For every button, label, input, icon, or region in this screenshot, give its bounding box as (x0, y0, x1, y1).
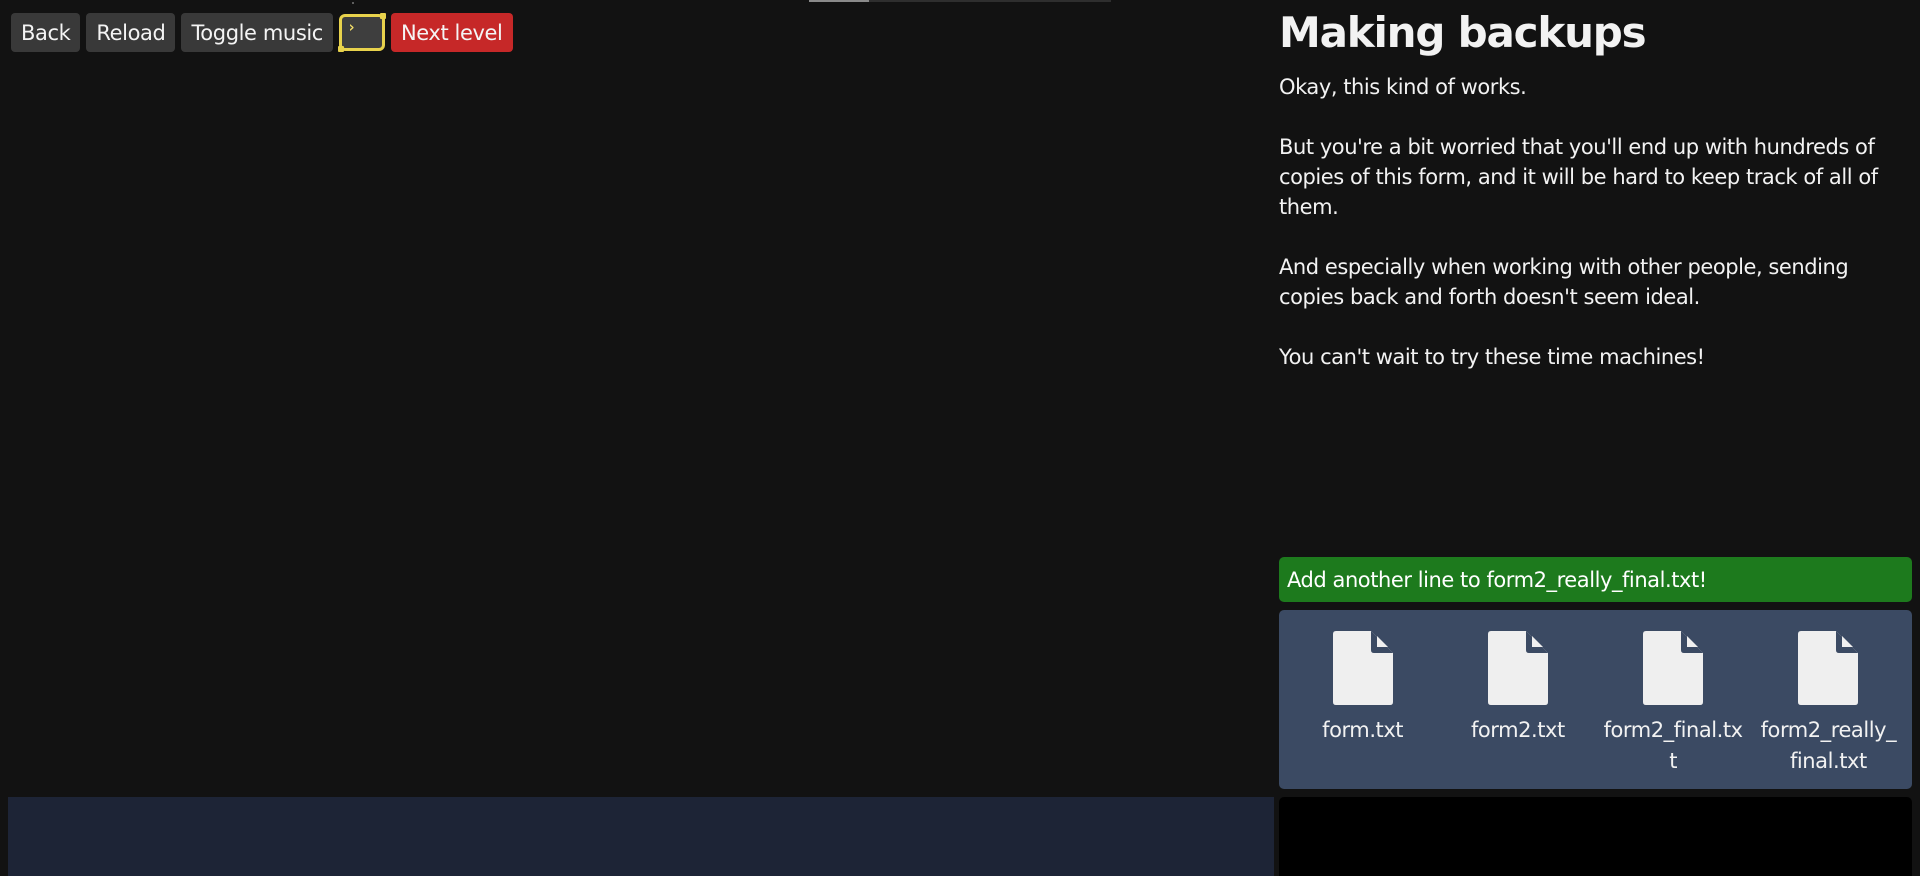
file-name: form.txt (1322, 718, 1404, 742)
resize-handle-bottom-left (337, 46, 344, 52)
description-paragraph: Okay, this kind of works. (1279, 75, 1527, 99)
reload-button[interactable]: Reload (86, 13, 176, 52)
file-name: form2_final.txt (1603, 718, 1744, 773)
file-item[interactable]: form2_really_final.txt (1753, 631, 1903, 789)
file-name: form2.txt (1470, 718, 1565, 742)
top-strip-highlight (809, 0, 869, 2)
description-paragraph: And especially when working with other p… (1279, 255, 1849, 309)
file-icon (1643, 631, 1704, 705)
description-paragraph: You can't wait to try these time machine… (1279, 345, 1705, 369)
level-description: Okay, this kind of works. But you're a b… (1279, 72, 1919, 402)
terminal-prompt-icon: › (346, 18, 356, 36)
file-browser: form.txt form2.txt form2_final.txt form2… (1279, 610, 1912, 789)
file-icon (1487, 631, 1548, 705)
back-button[interactable]: Back (11, 13, 81, 52)
next-level-button[interactable]: Next level (390, 13, 513, 52)
description-paragraph: But you're a bit worried that you'll end… (1279, 135, 1878, 219)
level-title: Making backups (1279, 8, 1647, 57)
graph-panel (8, 797, 1274, 876)
terminal-panel[interactable] (1279, 797, 1912, 876)
top-dot (352, 2, 354, 4)
file-item[interactable]: form.txt (1288, 631, 1438, 789)
game-window: Back Reload Toggle music › Next level Ma… (0, 0, 1920, 876)
file-item[interactable]: form2_final.txt (1598, 631, 1748, 789)
file-name: form2_really_final.txt (1760, 718, 1897, 773)
toggle-music-button[interactable]: Toggle music (181, 13, 333, 52)
file-icon (1332, 631, 1393, 705)
toolbar: Back Reload Toggle music › Next level (11, 13, 513, 52)
terminal-toggle-button[interactable]: › (337, 13, 386, 52)
resize-handle-top-right (379, 13, 386, 19)
file-icon (1798, 631, 1859, 705)
file-item[interactable]: form2.txt (1443, 631, 1593, 789)
task-banner: Add another line to form2_really_final.t… (1279, 557, 1912, 602)
